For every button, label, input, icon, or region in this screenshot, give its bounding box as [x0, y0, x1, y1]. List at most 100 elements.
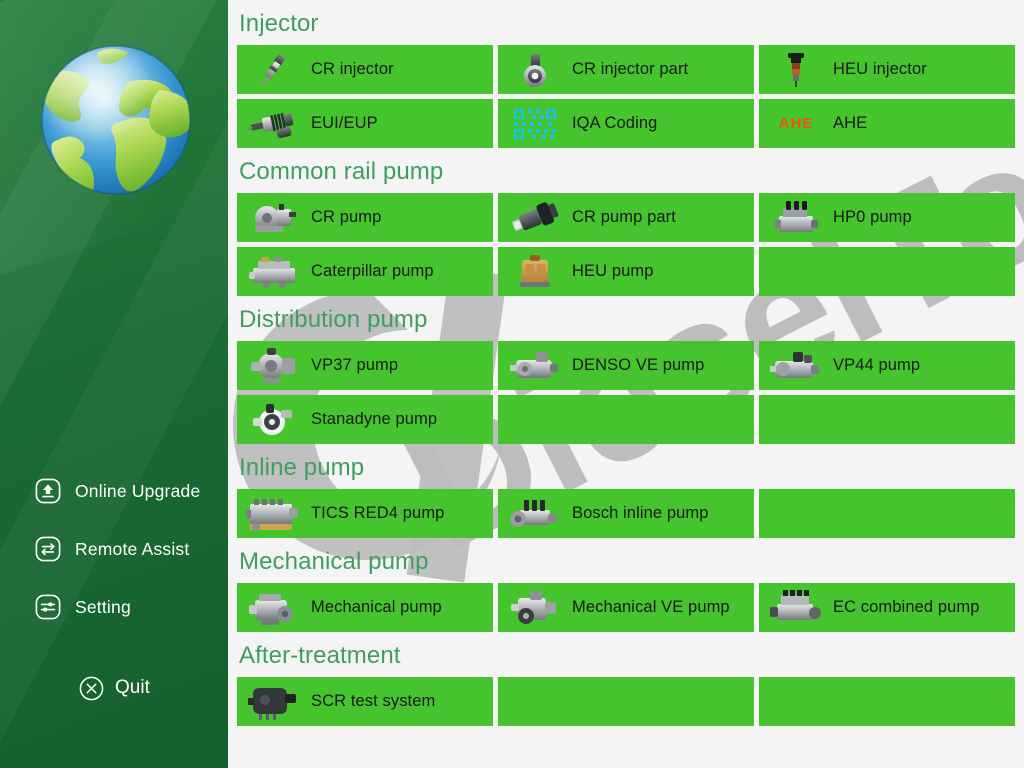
tile-scr-test-system[interactable]: SCR test system — [237, 677, 493, 726]
tile-empty — [498, 395, 754, 444]
no-icon — [759, 396, 833, 443]
sliders-circle-icon — [34, 593, 62, 621]
tile-empty — [759, 247, 1015, 296]
sidebar-item-setting[interactable]: Setting — [0, 578, 228, 636]
tile-eui-eup[interactable]: EUI/EUP — [237, 99, 493, 148]
tile-iqa-coding[interactable]: IQA Coding — [498, 99, 754, 148]
tile-heu-pump[interactable]: HEU pump — [498, 247, 754, 296]
tile-vp44-pump[interactable]: VP44 pump — [759, 341, 1015, 390]
tile-label: EC combined pump — [833, 598, 980, 617]
tile-cr-injector[interactable]: CR injector — [237, 45, 493, 94]
tile-bosch-inline-pump[interactable]: Bosch inline pump — [498, 489, 754, 538]
ec-combined-pump-icon — [759, 584, 833, 631]
tile-label: CR pump — [311, 208, 382, 227]
tile-cr-pump-part[interactable]: CR pump part — [498, 193, 754, 242]
tile-label: TICS RED4 pump — [311, 504, 445, 523]
heu-pump-icon — [498, 248, 572, 295]
tics-red4-pump-icon — [237, 490, 311, 537]
section: Common rail pump CR pump CR pump part HP… — [237, 148, 1015, 296]
section-title: Inline pump — [239, 454, 365, 481]
tile-stanadyne-pump[interactable]: Stanadyne pump — [237, 395, 493, 444]
tile-label: IQA Coding — [572, 114, 658, 133]
tile-grid: CR injector CR injector part HEU injecto… — [237, 45, 1015, 148]
no-icon — [498, 678, 572, 725]
sections-container: Injector CR injector CR injector part HE… — [228, 0, 1024, 726]
sidebar: Online Upgrade Remote Assist Setting Qui… — [0, 0, 228, 768]
section-title: Injector — [239, 10, 319, 37]
section-title: Common rail pump — [239, 158, 444, 185]
sidebar-menu: Online Upgrade Remote Assist Setting Qui… — [0, 462, 228, 714]
scr-test-system-icon — [237, 678, 311, 725]
tile-grid: SCR test system — [237, 677, 1015, 726]
mechanical-ve-pump-icon — [498, 584, 572, 631]
main-content: DieselTon Injector CR injector — [228, 0, 1024, 768]
mechanical-pump-icon — [237, 584, 311, 631]
tile-empty — [759, 489, 1015, 538]
tile-mechanical-pump[interactable]: Mechanical pump — [237, 583, 493, 632]
no-icon — [759, 678, 833, 725]
section: Inline pump TICS RED4 pump Bosch inline … — [237, 444, 1015, 538]
upload-circle-icon — [34, 477, 62, 505]
bosch-inline-pump-icon — [498, 490, 572, 537]
tile-grid: VP37 pump DENSO VE pump VP44 pump Stanad… — [237, 341, 1015, 444]
tile-label: SCR test system — [311, 692, 436, 711]
tile-grid: TICS RED4 pump Bosch inline pump — [237, 489, 1015, 538]
globe-logo — [36, 30, 196, 206]
no-icon — [759, 248, 833, 295]
tile-label: CR injector part — [572, 60, 689, 79]
tile-vp37-pump[interactable]: VP37 pump — [237, 341, 493, 390]
heu-injector-icon — [759, 46, 833, 93]
quit-label: Quit — [115, 677, 150, 698]
tile-ahe[interactable]: AHE AHE — [759, 99, 1015, 148]
tile-label: AHE — [833, 114, 868, 133]
vp37-pump-icon — [237, 342, 311, 389]
tile-grid: Mechanical pump Mechanical VE pump EC co… — [237, 583, 1015, 632]
tile-label: HP0 pump — [833, 208, 912, 227]
tile-label: Caterpillar pump — [311, 262, 434, 281]
tile-caterpillar-pump[interactable]: Caterpillar pump — [237, 247, 493, 296]
tile-hp0-pump[interactable]: HP0 pump — [759, 193, 1015, 242]
tile-label: Stanadyne pump — [311, 410, 438, 429]
cr-pump-icon — [237, 194, 311, 241]
sidebar-item-label: Online Upgrade — [75, 480, 201, 501]
cr-injector-part-icon — [498, 46, 572, 93]
tile-grid: CR pump CR pump part HP0 pump Caterpilla… — [237, 193, 1015, 296]
hp0-pump-icon — [759, 194, 833, 241]
tile-denso-ve-pump[interactable]: DENSO VE pump — [498, 341, 754, 390]
section: Injector CR injector CR injector part HE… — [237, 0, 1015, 148]
section-title: After-treatment — [239, 642, 401, 669]
tile-label: HEU pump — [572, 262, 654, 281]
tile-label: CR injector — [311, 60, 394, 79]
eui-eup-icon — [237, 100, 311, 147]
qr-code-icon — [498, 100, 572, 147]
tile-heu-injector[interactable]: HEU injector — [759, 45, 1015, 94]
sidebar-item-remote-assist[interactable]: Remote Assist — [0, 520, 228, 578]
tile-mechanical-ve-pump[interactable]: Mechanical VE pump — [498, 583, 754, 632]
section: After-treatment SCR test system — [237, 632, 1015, 726]
stanadyne-pump-icon — [237, 396, 311, 443]
section-title: Distribution pump — [239, 306, 428, 333]
quit-button[interactable]: Quit — [0, 662, 228, 714]
caterpillar-pump-icon — [237, 248, 311, 295]
section-title: Mechanical pump — [239, 548, 429, 575]
tile-empty — [759, 677, 1015, 726]
tile-cr-injector-part[interactable]: CR injector part — [498, 45, 754, 94]
section: Mechanical pump Mechanical pump Mechanic… — [237, 538, 1015, 632]
sidebar-item-online-upgrade[interactable]: Online Upgrade — [0, 462, 228, 520]
cr-pump-part-icon — [498, 194, 572, 241]
tile-label: CR pump part — [572, 208, 676, 227]
vp44-pump-icon — [759, 342, 833, 389]
tile-cr-pump[interactable]: CR pump — [237, 193, 493, 242]
no-icon — [498, 396, 572, 443]
tile-label: Mechanical pump — [311, 598, 442, 617]
tile-ec-combined-pump[interactable]: EC combined pump — [759, 583, 1015, 632]
tile-label: HEU injector — [833, 60, 927, 79]
tile-label: VP44 pump — [833, 356, 921, 375]
tile-label: Bosch inline pump — [572, 504, 709, 523]
tile-label: EUI/EUP — [311, 114, 378, 133]
application-window: Online Upgrade Remote Assist Setting Qui… — [0, 0, 1024, 768]
tile-tics-red4-pump[interactable]: TICS RED4 pump — [237, 489, 493, 538]
tile-label: VP37 pump — [311, 356, 399, 375]
tile-empty — [759, 395, 1015, 444]
denso-ve-pump-icon — [498, 342, 572, 389]
